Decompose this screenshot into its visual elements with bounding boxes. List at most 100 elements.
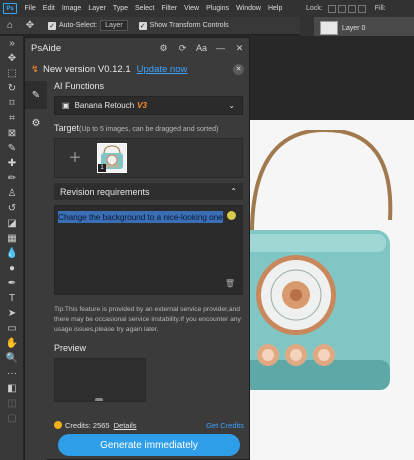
panel-sidebar: ✎ ⚙ xyxy=(25,81,47,460)
options-bar: ⌂ ✥ ✓ Auto-Select: Layer ✓ Show Transfor… xyxy=(0,17,300,35)
menu-select[interactable]: Select xyxy=(135,5,154,12)
menu-type[interactable]: Type xyxy=(113,5,128,12)
menu-help[interactable]: Help xyxy=(268,5,282,12)
fill-label: Fill: xyxy=(374,5,386,12)
object-select-tool-icon[interactable]: ⌑ xyxy=(0,96,24,111)
pen-tool-icon[interactable]: ✒ xyxy=(0,276,24,291)
image-icon: ▣ xyxy=(62,101,70,110)
coin-icon xyxy=(54,421,62,429)
menu-edit[interactable]: Edit xyxy=(43,5,55,12)
layer-name: Layer 0 xyxy=(342,24,366,32)
dodge-tool-icon[interactable]: ● xyxy=(0,261,24,276)
lock-position-icon[interactable] xyxy=(347,4,356,13)
target-label-row: Target(Up to 5 images, can be dragged an… xyxy=(54,123,243,133)
tip-text: Tip:This feature is provided by an exter… xyxy=(54,306,241,333)
frame-tool-icon[interactable]: ⊠ xyxy=(0,126,24,141)
settings-tab-icon[interactable]: ⚙ xyxy=(25,109,47,137)
ai-functions-label: AI Functions xyxy=(54,81,105,91)
move-tool-icon[interactable]: ✥ xyxy=(0,51,24,66)
eraser-tool-icon[interactable]: ◪ xyxy=(0,216,24,231)
panel-content: AI Functions ▣ Banana Retouch V3 ⌄ Targe… xyxy=(54,81,243,402)
lasso-tool-icon[interactable]: ↻ xyxy=(0,81,24,96)
menu-image[interactable]: Image xyxy=(62,5,81,12)
revision-header[interactable]: Revision requirements ⌃ xyxy=(54,183,243,200)
more-tools-icon[interactable]: ··· xyxy=(0,366,24,381)
get-credits-link[interactable]: Get Credits xyxy=(206,421,244,430)
color-swatch-icon[interactable]: ◧ xyxy=(0,381,24,396)
clone-stamp-icon[interactable]: ♙ xyxy=(0,186,24,201)
quick-mask-icon[interactable]: ◫ xyxy=(0,396,24,411)
layer-thumbnail xyxy=(320,21,338,35)
generate-button[interactable]: Generate immediately xyxy=(58,434,240,456)
lock-all-icon[interactable] xyxy=(357,4,366,13)
panel-header: PsAide ⚙ ⟳ Aa — ✕ xyxy=(25,38,249,58)
add-image-icon[interactable]: + xyxy=(65,147,85,170)
credits-text: Credits: 2565 xyxy=(65,420,110,430)
chevron-up-icon[interactable]: ⌃ xyxy=(230,187,237,196)
update-now-link[interactable]: Update now xyxy=(137,64,188,75)
menu-file[interactable]: File xyxy=(25,5,36,12)
ai-function-value: Banana Retouch xyxy=(74,101,135,110)
move-tool-icon[interactable]: ✥ xyxy=(24,20,36,32)
minimize-icon[interactable]: — xyxy=(211,43,230,53)
brush-tool-icon[interactable]: ✏ xyxy=(0,171,24,186)
settings-icon[interactable]: ⚙ xyxy=(154,43,173,54)
menu-layer[interactable]: Layer xyxy=(88,5,106,12)
tools-panel: » ✥ ⬚ ↻ ⌑ ⌗ ⊠ ✎ ✚ ✏ ♙ ↺ ◪ ▦ 💧 ● ✒ T ➤ ▭ … xyxy=(0,36,24,460)
type-tool-icon[interactable]: T xyxy=(0,291,24,306)
chevron-down-icon: ⌄ xyxy=(228,101,235,110)
target-label: Target xyxy=(54,123,80,133)
transform-controls-checkbox[interactable]: ✓ xyxy=(138,21,147,30)
marquee-tool-icon[interactable]: ⬚ xyxy=(0,66,24,81)
lock-transparency-icon[interactable] xyxy=(327,4,336,13)
ai-function-dropdown[interactable]: ▣ Banana Retouch V3 ⌄ xyxy=(54,96,243,115)
gradient-tool-icon[interactable]: ▦ xyxy=(0,231,24,246)
photoshop-logo: Ps xyxy=(3,3,17,14)
preview-label: Preview xyxy=(54,343,87,353)
shape-tool-icon[interactable]: ▭ xyxy=(0,321,24,336)
history-brush-icon[interactable]: ↺ xyxy=(0,201,24,216)
path-select-icon[interactable]: ➤ xyxy=(0,306,24,321)
target-image-area[interactable]: + 1 xyxy=(54,138,243,178)
crop-tool-icon[interactable]: ⌗ xyxy=(0,111,24,126)
update-banner: ↯ New version V0.12.1 Update now ✕ xyxy=(25,60,250,78)
zoom-tool-icon[interactable]: 🔍 xyxy=(0,351,24,366)
transform-controls-label: Show Transform Controls xyxy=(149,22,229,29)
refresh-icon[interactable]: ⟳ xyxy=(173,43,192,54)
lock-pixels-icon[interactable] xyxy=(337,4,346,13)
retro-radio-image xyxy=(230,130,393,390)
target-index-badge: 1 xyxy=(98,164,106,172)
menu-plugins[interactable]: Plugins xyxy=(206,5,229,12)
screen-mode-icon[interactable]: ▢ xyxy=(0,411,24,426)
close-icon[interactable]: ✕ xyxy=(230,43,249,54)
target-thumbnail[interactable]: 1 xyxy=(97,143,127,173)
edit-tab-icon[interactable]: ✎ xyxy=(25,81,47,109)
auto-select-label: Auto-Select: xyxy=(59,22,98,29)
psaide-panel: PsAide ⚙ ⟳ Aa — ✕ ↯ New version V0.12.1 … xyxy=(24,37,250,460)
auto-select-checkbox[interactable]: ✓ xyxy=(48,21,56,30)
healing-brush-icon[interactable]: ✚ xyxy=(0,156,24,171)
menu-view[interactable]: View xyxy=(184,5,199,12)
target-hint: (Up to 5 images, can be dragged and sort… xyxy=(79,126,219,133)
blur-tool-icon[interactable]: 💧 xyxy=(0,246,24,261)
hand-tool-icon[interactable]: ✋ xyxy=(0,336,24,351)
version-badge: V3 xyxy=(137,101,147,110)
panel-title: PsAide xyxy=(31,42,62,54)
lock-label: Lock: xyxy=(306,5,323,12)
menu-window[interactable]: Window xyxy=(236,5,261,12)
eyedropper-tool-icon[interactable]: ✎ xyxy=(0,141,24,156)
details-link[interactable]: Details xyxy=(114,421,137,430)
credits-row: Credits: 2565 Details Get Credits xyxy=(54,419,244,431)
font-size-icon[interactable]: Aa xyxy=(192,43,211,53)
home-icon[interactable]: ⌂ xyxy=(4,20,16,32)
trash-icon[interactable]: 🗑 xyxy=(225,279,235,288)
preview-area xyxy=(54,358,146,402)
revision-textarea[interactable]: Change the background to a nice-looking … xyxy=(54,205,243,295)
update-version-text: New version V0.12.1 xyxy=(42,63,131,75)
menu-filter[interactable]: Filter xyxy=(161,5,177,12)
collapse-icon[interactable]: » xyxy=(0,36,24,51)
revision-text: Change the background to a nice-looking … xyxy=(58,211,223,223)
auto-select-dropdown[interactable]: Layer xyxy=(100,20,128,31)
dismiss-update-icon[interactable]: ✕ xyxy=(233,63,244,75)
revision-label: Revision requirements xyxy=(60,186,150,197)
